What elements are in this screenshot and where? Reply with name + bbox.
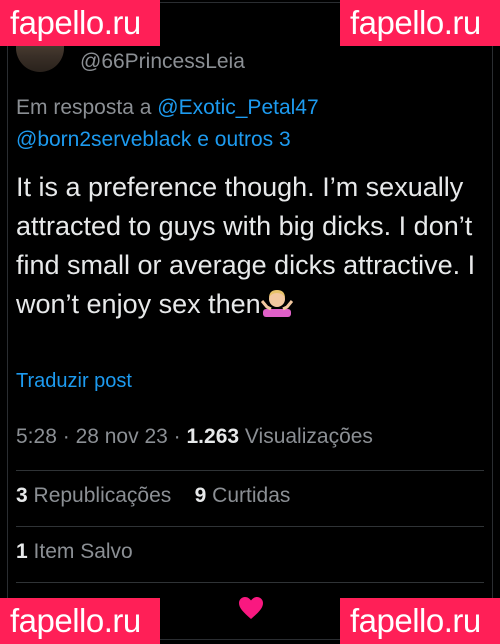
reposts-count: 3 [16, 484, 28, 507]
tweet-body: It is a preference though. I’m sexually … [16, 172, 476, 319]
tweet-time[interactable]: 5:28 [16, 425, 57, 448]
watermark-top-right: fapello.ru [340, 0, 500, 46]
reposts-link[interactable]: 3 Republicações [16, 484, 171, 507]
views-count: 1.263 [186, 425, 240, 448]
reposts-label: Republicações [33, 484, 172, 507]
reply-prefix: Em resposta a [16, 96, 152, 119]
likes-link[interactable]: 9 Curtidas [195, 484, 291, 507]
reply-mention-2[interactable]: @born2serveblack [16, 128, 191, 151]
divider [16, 470, 484, 471]
divider [16, 526, 484, 527]
bookmarks-label: Item Salvo [33, 540, 133, 563]
tweet-meta: 5:28 · 28 nov 23 · 1.263 Visualizações [16, 425, 373, 449]
person-shrugging-emoji [260, 290, 293, 317]
reply-context: Em resposta a @Exotic_Petal47 @born2serv… [16, 92, 456, 156]
translate-link[interactable]: Traduzir post [16, 370, 132, 393]
bookmarks-count: 1 [16, 540, 28, 563]
watermark-top-left: fapello.ru [0, 0, 160, 46]
engagement-stats: 3 Republicações 9 Curtidas [16, 484, 290, 508]
reply-mention-1[interactable]: @Exotic_Petal47 [157, 96, 318, 119]
watermark-bottom-right: fapello.ru [340, 598, 500, 644]
likes-count: 9 [194, 484, 207, 507]
divider [16, 582, 484, 583]
heart-icon[interactable] [238, 596, 264, 620]
reply-others[interactable]: e outros 3 [197, 128, 290, 151]
tweet-text: It is a preference though. I’m sexually … [16, 168, 486, 324]
author-handle[interactable]: @66PrincessLeia [80, 50, 245, 74]
tweet-date[interactable]: 28 nov 23 [76, 425, 168, 448]
views-label: Visualizações [244, 425, 373, 448]
meta-separator: · [62, 425, 70, 448]
bookmarks-link[interactable]: 1 Item Salvo [16, 540, 133, 564]
likes-label: Curtidas [212, 484, 291, 507]
meta-separator: · [173, 425, 181, 448]
watermark-bottom-left: fapello.ru [0, 598, 160, 644]
